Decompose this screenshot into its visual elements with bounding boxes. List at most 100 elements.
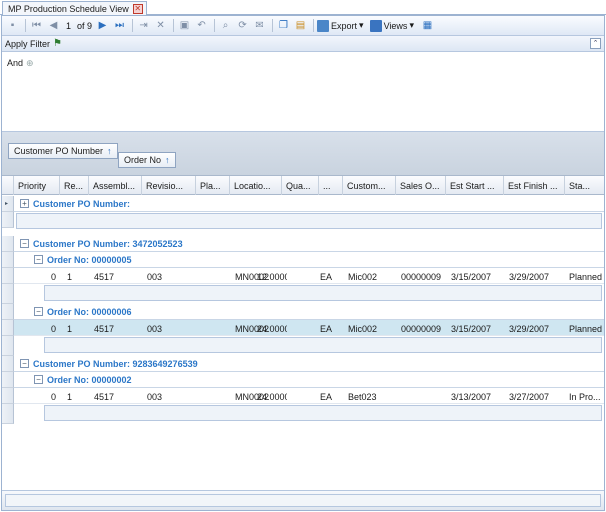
cell-re[interactable]: 1 [42,272,72,282]
row-selector[interactable] [2,268,14,284]
cell-re[interactable]: 1 [42,324,72,334]
row-selector[interactable] [2,320,14,336]
last-page-icon[interactable]: ⏭ [112,18,127,33]
table-row[interactable]: 0 1 4517 003 MN0002 12.0000 EA Mic002 00000009 3/… [14,268,604,284]
cell-assembly[interactable]: 4517 [94,272,114,282]
views-dropdown[interactable]: Views ▾ [369,19,414,32]
cell-est-finish[interactable]: 3/27/2007 [509,392,549,402]
edit-icon[interactable]: ▣ [177,18,192,33]
row-selector[interactable] [2,356,14,372]
row-selector[interactable] [2,252,14,268]
row-selector[interactable] [2,372,14,388]
column-header-assembly[interactable]: Assembl... [89,176,142,195]
cell-est-finish[interactable]: 3/29/2007 [509,272,549,282]
views-icon [369,19,382,32]
cell-customer[interactable]: Mic002 [348,324,377,334]
table-row[interactable]: 0 1 4517 003 MN0002 24.0000 EA Bet023 3/13/2007 3… [14,388,604,404]
print-preview-icon[interactable]: ⌕ [218,18,233,33]
column-header-est-start[interactable]: Est Start ... [446,176,504,195]
row-selector[interactable] [2,388,14,404]
column-header-unit[interactable]: ... [319,176,343,195]
cell-revision[interactable]: 003 [147,324,162,334]
cell-quantity[interactable]: 12.0000 [257,272,287,282]
collapse-icon[interactable]: ⌃ [590,38,601,49]
paste-icon[interactable]: ▤ [293,18,308,33]
group-row-order-no[interactable]: − Order No: 00000005 [14,252,604,268]
cell-unit[interactable]: EA [320,324,332,334]
group-row-customer-po[interactable]: − Customer PO Number: 3472052523 [14,236,604,252]
cell-status[interactable]: In Pro... [569,392,601,402]
collapse-icon[interactable]: − [20,239,29,248]
cell-customer[interactable]: Mic002 [348,272,377,282]
column-header-status[interactable]: Sta... [565,176,604,195]
column-header-sales-order[interactable]: Sales O... [396,176,446,195]
column-header-revision[interactable]: Revisio... [142,176,196,195]
column-header-plant[interactable]: Pla... [196,176,230,195]
group-row-order-no[interactable]: − Order No: 00000006 [14,304,604,320]
collapse-icon[interactable]: − [34,375,43,384]
row-selector[interactable] [2,304,14,320]
group-row-order-no[interactable]: − Order No: 00000002 [14,372,604,388]
horizontal-scrollbar[interactable] [5,494,601,507]
next-page-icon[interactable]: ▶ [95,18,110,33]
cell-quantity[interactable]: 24.0000 [257,324,287,334]
expand-icon[interactable]: + [20,199,29,208]
column-header-est-finish[interactable]: Est Finish ... [504,176,565,195]
cell-est-start[interactable]: 3/15/2007 [451,324,491,334]
filter-logic-operator[interactable]: And [7,58,23,68]
table-row[interactable]: 0 1 4517 003 MN0002 24.0000 EA Mic002 00000009 3/… [14,320,604,336]
cell-assembly[interactable]: 4517 [94,324,114,334]
save-view-icon[interactable]: ▦ [420,18,435,33]
filter-header[interactable]: Apply Filter ⚑ ⌃ [2,36,604,52]
cell-sales-order[interactable]: 00000009 [401,324,441,334]
collapse-icon[interactable]: − [34,307,43,316]
add-condition-icon[interactable]: ⊕ [26,58,34,69]
undo-icon[interactable]: ↶ [194,18,209,33]
cell-est-start[interactable]: 3/13/2007 [451,392,491,402]
row-selector[interactable]: ▸ [2,196,14,212]
copy-icon[interactable]: ❐ [276,18,291,33]
collapse-icon[interactable]: − [20,359,29,368]
cell-status[interactable]: Planned [569,324,602,334]
group-summary-row [44,337,602,353]
export-dropdown[interactable]: Export ▾ [317,19,364,32]
group-by-label: Order No [124,155,162,165]
toolbar-separator [25,19,26,32]
cell-est-start[interactable]: 3/15/2007 [451,272,491,282]
column-header-re[interactable]: Re... [60,176,89,195]
page-current[interactable]: 1 [66,21,71,31]
group-row-customer-po[interactable]: − Customer PO Number: 9283649276539 [14,356,604,372]
row-selector[interactable] [2,236,14,252]
cell-revision[interactable]: 003 [147,272,162,282]
group-row-customer-po[interactable]: + Customer PO Number: [14,196,604,212]
cell-status[interactable]: Planned [569,272,602,282]
cell-revision[interactable]: 003 [147,392,162,402]
cell-unit[interactable]: EA [320,272,332,282]
cell-assembly[interactable]: 4517 [94,392,114,402]
group-by-customer-po-number[interactable]: Customer PO Number ↑ [8,143,118,159]
close-icon[interactable]: ✕ [132,4,143,14]
cell-est-finish[interactable]: 3/29/2007 [509,324,549,334]
column-header-quantity[interactable]: Qua... [282,176,319,195]
filter-editor[interactable]: And ⊕ [2,52,604,132]
email-icon[interactable]: ✉ [252,18,267,33]
previous-page-icon[interactable]: ◀ [46,18,61,33]
column-header-customer[interactable]: Custom... [343,176,396,195]
group-by-panel: Customer PO Number ↑ Order No ↑ [2,132,604,176]
cell-customer[interactable]: Bet023 [348,392,377,402]
cell-re[interactable]: 1 [42,392,72,402]
cell-sales-order[interactable]: 00000009 [401,272,441,282]
cell-unit[interactable]: EA [320,392,332,402]
group-by-order-no[interactable]: Order No ↑ [118,152,176,168]
delete-icon[interactable]: ✕ [153,18,168,33]
tab-mp-production-schedule-view[interactable]: MP Production Schedule View ✕ [2,1,147,16]
first-page-icon[interactable]: ⏮ [29,18,44,33]
group-summary-row [16,213,602,229]
save-icon[interactable]: ▪ [5,18,20,33]
collapse-icon[interactable]: − [34,255,43,264]
refresh-icon[interactable]: ⟳ [235,18,250,33]
new-record-icon[interactable]: ⇥ [136,18,151,33]
column-header-location[interactable]: Locatio... [230,176,282,195]
cell-quantity[interactable]: 24.0000 [257,392,287,402]
column-header-priority[interactable]: Priority [14,176,60,195]
